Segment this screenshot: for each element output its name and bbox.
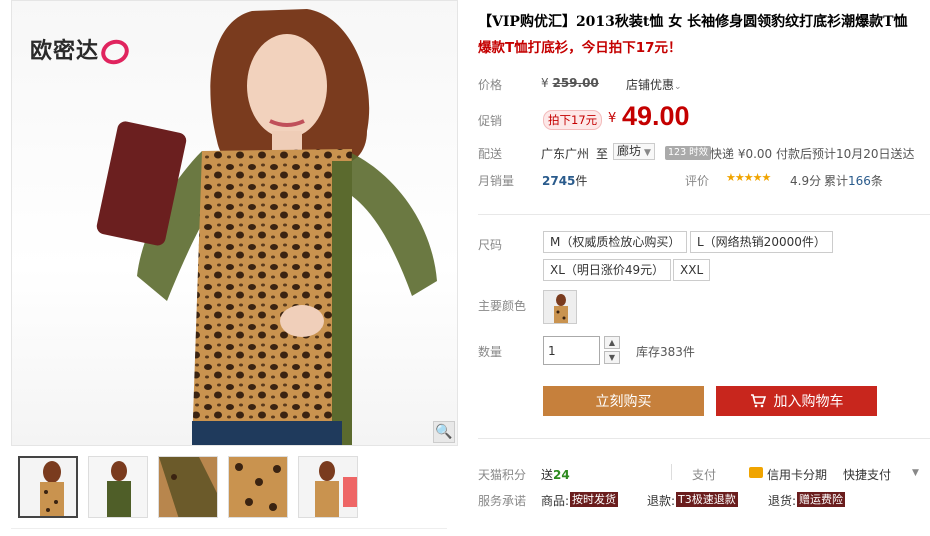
product-subtitle: 爆款T恤打底衫，今日拍下17元！ bbox=[478, 40, 682, 56]
city-value: 廊坊 bbox=[617, 144, 642, 158]
reviews-count: 166 bbox=[848, 174, 871, 188]
divider bbox=[478, 214, 930, 215]
magnifier-icon[interactable]: 🔍 bbox=[433, 421, 455, 443]
points-number: 24 bbox=[553, 468, 570, 482]
reviews-prefix: 累计 bbox=[824, 174, 849, 188]
points-prefix: 送 bbox=[541, 468, 554, 482]
main-product-image[interactable]: 欧密达 🔍 bbox=[11, 0, 458, 446]
thumbnail[interactable] bbox=[228, 456, 288, 518]
credit-installment-link[interactable]: 信用卡分期 bbox=[767, 466, 827, 483]
credit-card-icon bbox=[749, 467, 763, 478]
reviews-suffix: 条 bbox=[870, 174, 883, 188]
shipping-label: 配送 bbox=[478, 147, 503, 161]
promo-label: 促销 bbox=[478, 114, 503, 128]
service-return-tag[interactable]: 赠运费险 bbox=[797, 492, 845, 507]
ship-from: 广东广州 bbox=[541, 147, 590, 161]
cart-icon bbox=[750, 394, 766, 408]
currency-symbol: ¥ bbox=[541, 76, 549, 90]
delivery-time-badge: 123 时效 bbox=[665, 146, 712, 160]
size-option-xxl[interactable]: XXL bbox=[673, 259, 711, 281]
quantity-label: 数量 bbox=[478, 345, 503, 359]
monthly-sales: 2745件 bbox=[542, 172, 587, 189]
promo-tag: 拍下17元 bbox=[543, 110, 603, 130]
model-photo bbox=[96, 9, 437, 445]
color-swatch[interactable] bbox=[543, 290, 577, 324]
quantity-decrement-button[interactable]: ▼ bbox=[604, 351, 620, 364]
city-select[interactable]: 廊坊 ▼ bbox=[613, 143, 655, 160]
review-count-link[interactable]: 累计166条 bbox=[824, 172, 883, 189]
ship-to-word: 至 bbox=[596, 147, 609, 161]
stock-count: 库存383件 bbox=[636, 345, 695, 359]
chevron-down-icon: ⌄ bbox=[674, 82, 682, 92]
size-option-xl[interactable]: XL（明日涨价49元） bbox=[543, 259, 672, 281]
quantity-input[interactable] bbox=[543, 336, 600, 365]
payment-label: 支付 bbox=[692, 468, 717, 482]
star-rating-icon: ★★★★★ bbox=[726, 171, 771, 184]
thumbnail[interactable] bbox=[18, 456, 78, 518]
thumbnail-strip bbox=[18, 456, 358, 518]
add-to-cart-label: 加入购物车 bbox=[773, 393, 844, 409]
monthly-sales-unit: 件 bbox=[575, 174, 588, 188]
service-goods-tag[interactable]: 按时发货 bbox=[570, 492, 618, 507]
service-return-label: 退货: bbox=[768, 494, 797, 508]
service-label: 服务承诺 bbox=[478, 494, 527, 508]
thumbnail[interactable] bbox=[158, 456, 218, 518]
rating-score: 4.9分 bbox=[790, 174, 822, 188]
quantity-increment-button[interactable]: ▲ bbox=[604, 336, 620, 349]
points-label: 天猫积分 bbox=[478, 468, 527, 482]
size-option-l[interactable]: L（网络热销20000件） bbox=[690, 231, 833, 253]
chevron-down-icon: ▼ bbox=[644, 148, 651, 158]
service-refund-label: 退款: bbox=[647, 494, 676, 508]
original-price-value: 259.00 bbox=[552, 76, 599, 90]
divider bbox=[11, 528, 447, 529]
shop-discount-label: 店铺优惠 bbox=[626, 78, 675, 92]
divider bbox=[671, 464, 672, 480]
thumbnail[interactable] bbox=[298, 456, 358, 518]
buy-now-button[interactable]: 立刻购买 bbox=[543, 386, 704, 416]
service-goods-label: 商品: bbox=[541, 494, 570, 508]
service-refund-tag[interactable]: T3极速退款 bbox=[676, 492, 738, 507]
divider bbox=[478, 438, 930, 439]
brand-text: 欧密达 bbox=[30, 39, 100, 64]
rating-label: 评价 bbox=[685, 174, 710, 188]
points-value: 送24 bbox=[541, 466, 570, 483]
thumbnail[interactable] bbox=[88, 456, 148, 518]
add-to-cart-button[interactable]: 加入购物车 bbox=[716, 386, 877, 416]
promo-price: 49.00 bbox=[622, 101, 690, 131]
color-label: 主要颜色 bbox=[478, 299, 527, 313]
size-option-m[interactable]: M（权威质检放心购买） bbox=[543, 231, 688, 253]
product-title: 【VIP购优汇】2013秋装t恤 女 长袖修身圆领豹纹打底衫潮爆款T恤 bbox=[478, 14, 908, 30]
promo-currency: ¥ bbox=[608, 111, 617, 126]
size-label: 尺码 bbox=[478, 238, 503, 252]
shipping-info: 快递 ¥0.00 付款后预计10月20日送达 bbox=[710, 147, 915, 161]
chevron-down-icon[interactable]: ▼ bbox=[912, 468, 919, 478]
price-label: 价格 bbox=[478, 78, 503, 92]
shop-discount-dropdown[interactable]: 店铺优惠⌄ bbox=[626, 76, 682, 93]
quick-pay-link[interactable]: 快捷支付 bbox=[843, 466, 891, 483]
monthly-sales-count: 2745 bbox=[542, 174, 576, 188]
original-price: ¥ 259.00 bbox=[541, 76, 599, 90]
monthly-sales-label: 月销量 bbox=[478, 174, 515, 188]
